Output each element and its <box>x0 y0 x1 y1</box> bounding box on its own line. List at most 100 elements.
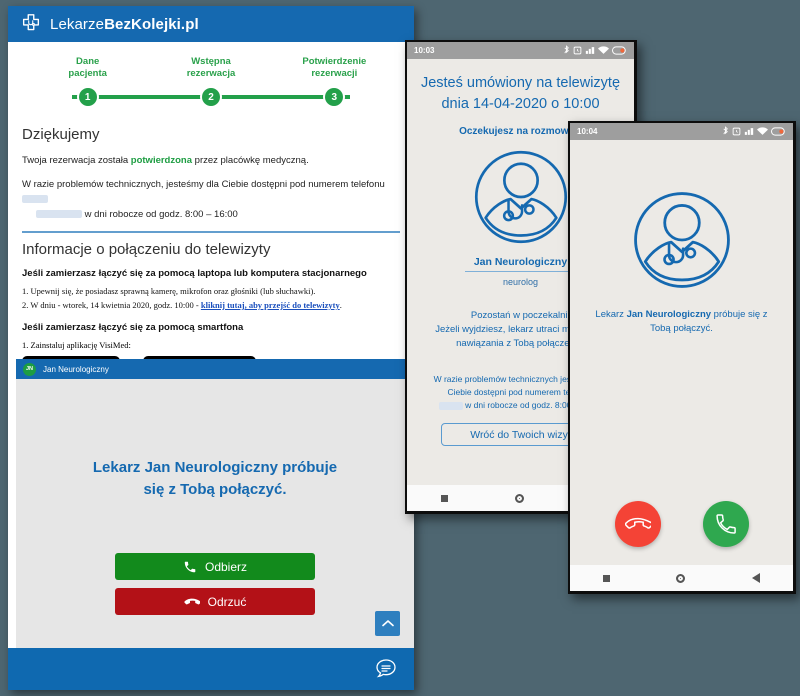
booking-stepper: Dane pacjenta Wstępna rezerwacja Potwier… <box>8 42 414 116</box>
confirmation-paragraph: Twoja rezerwacja została potwierdzona pr… <box>22 153 400 168</box>
decline-call-button[interactable]: Odrzuć <box>115 588 315 615</box>
scroll-to-top-button[interactable] <box>375 611 400 636</box>
smartphone-heading: Jeśli zamierzasz łączyć się za pomocą sm… <box>22 322 244 333</box>
stepper-dot-2[interactable]: 2 <box>201 88 220 106</box>
laptop-step2-pre: 2. W dniu - wtorek, 14 kwietnia 2020, go… <box>22 300 201 310</box>
step3-line2: rezerwacji <box>311 68 358 79</box>
back-triangle-icon[interactable] <box>751 573 760 583</box>
accept-call-button[interactable] <box>702 501 749 547</box>
browser-window: LekarzeBezKolejki.pl Dane pacjenta Wstęp… <box>8 6 414 690</box>
brand-bold: BezKolejki.pl <box>104 15 199 33</box>
call-message-line2: się z Tobą połączyć. <box>143 481 287 498</box>
wifi-icon <box>757 127 768 135</box>
laptop-heading: Jeśli zamierzasz łączyć się za pomocą la… <box>22 268 367 279</box>
page-content: Dziękujemy Twoja rezerwacja została potw… <box>8 116 414 388</box>
laptop-step2-post: . <box>339 300 342 310</box>
battery-icon <box>612 46 626 55</box>
phone2-status-icons <box>722 126 786 137</box>
support-text-b: w dni robocze od godz. 8:00 – 16:00 <box>84 209 238 220</box>
phone2-message-name: Jan Neurologiczny <box>626 309 712 320</box>
phone2-nav-bar <box>570 565 793 591</box>
call-panel-header: JN Jan Neurologiczny <box>16 359 414 379</box>
step1-line1: Dane <box>76 56 100 67</box>
alarm-icon <box>573 46 582 55</box>
wifi-icon <box>598 46 609 54</box>
recents-square-icon[interactable] <box>440 494 448 502</box>
incoming-call-message: Lekarz Jan Neurologiczny próbuje się z T… <box>16 457 414 501</box>
screenshot-stage: LekarzeBezKolejki.pl Dane pacjenta Wstęp… <box>0 0 800 696</box>
phone-handset-icon <box>184 561 196 572</box>
phone1-status-icons <box>563 45 627 56</box>
home-circle-icon[interactable] <box>515 493 525 503</box>
appointment-title-line2: dnia 14-04-2020 o 10:00 <box>441 96 600 112</box>
laptop-step-2: 2. W dniu - wtorek, 14 kwietnia 2020, go… <box>22 299 400 312</box>
phone-hangup-icon <box>184 598 200 604</box>
stepper-dot-3[interactable]: 3 <box>325 88 344 106</box>
chevron-up-icon <box>381 620 394 627</box>
install-app-text: 1. Zainstaluj aplikację VisiMed: <box>22 340 131 350</box>
divider <box>22 231 400 233</box>
decline-call-button[interactable] <box>614 501 661 547</box>
bluetooth-icon <box>564 45 569 54</box>
signal-icon <box>585 47 595 54</box>
step1-line2: pacjenta <box>68 68 107 79</box>
alarm-icon <box>732 127 741 136</box>
phone1-status-bar: 10:03 <box>407 42 634 59</box>
phone2-clock: 10:04 <box>577 127 598 136</box>
phone2-call-actions <box>570 501 793 547</box>
waiting-note-line3: nawiązania z Tobą połączenia. <box>456 338 585 349</box>
phone-hangup-icon <box>624 517 651 529</box>
battery-icon <box>771 127 785 136</box>
phone2-call-message: Lekarz Jan Neurologiczny próbuje się z T… <box>570 308 793 336</box>
confirm-prefix: Twoja rezerwacja została <box>22 155 131 166</box>
signal-icon <box>744 128 754 135</box>
call-message-line1: Lekarz Jan Neurologiczny próbuje <box>92 459 338 476</box>
caller-name: Jan Neurologiczny <box>43 364 109 374</box>
step-label-3: Potwierdzenie rezerwacji <box>273 56 396 80</box>
redacted-phone-1 <box>22 195 48 204</box>
thanks-heading: Dziękujemy <box>22 126 100 143</box>
step2-line1: Wstępna <box>191 56 231 67</box>
stepper-dot-1[interactable]: 1 <box>78 88 97 106</box>
site-header: LekarzeBezKolejki.pl <box>8 6 414 42</box>
teleconsult-link[interactable]: kliknij tutaj, aby przejść do telewizyty <box>201 300 340 310</box>
step2-line2: rezerwacja <box>186 68 236 79</box>
incoming-call-panel: JN Jan Neurologiczny Lekarz Jan Neurolog… <box>16 359 414 690</box>
bluetooth-icon <box>723 126 728 135</box>
doctor-avatar-icon <box>633 192 730 288</box>
avatar: JN <box>23 362 36 376</box>
doctor-name-underline <box>464 271 577 272</box>
phone2-message-pre: Lekarz <box>595 309 627 320</box>
phone2-status-bar: 10:04 <box>570 123 793 140</box>
decline-call-label: Odrzuć <box>207 594 247 609</box>
recents-square-icon[interactable] <box>603 574 611 582</box>
site-brand-text: LekarzeBezKolejki.pl <box>50 16 199 33</box>
step-label-2: Wstępna rezerwacja <box>149 56 272 80</box>
phone2-screen-body: 10:04 Lekarz Jan Neurologiczny próbuje s… <box>570 123 793 591</box>
phone-incoming-call: 10:04 Lekarz Jan Neurologiczny próbuje s… <box>568 121 796 594</box>
brand-light: Lekarze <box>50 15 105 33</box>
confirm-strong: potwierdzona <box>130 155 193 166</box>
accept-call-button[interactable]: Odbierz <box>115 553 315 580</box>
home-circle-icon[interactable] <box>676 573 686 583</box>
teleconsult-info-heading: Informacje o połączeniu do telewizyty <box>22 241 271 258</box>
laptop-steps: 1. Upewnij się, że posiadasz sprawną kam… <box>22 285 400 312</box>
phone2-doctor-avatar-wrap <box>570 186 793 294</box>
doctor-avatar-icon <box>474 150 567 244</box>
step3-line1: Potwierdzenie <box>302 56 367 67</box>
phone1-clock: 10:03 <box>414 46 435 55</box>
medical-cross-stethoscope-logo-icon <box>22 14 40 31</box>
appointment-title: Jesteś umówiony na telewizytę dnia 14-04… <box>407 59 634 115</box>
laptop-step-1: 1. Upewnij się, że posiadasz sprawną kam… <box>22 286 316 296</box>
phone-handset-icon <box>715 514 736 534</box>
phone2-content: Lekarz Jan Neurologiczny próbuje się z T… <box>570 140 793 565</box>
call-action-buttons: Odbierz Odrzuć <box>16 553 414 615</box>
confirm-suffix: przez placówkę medyczną. <box>192 155 309 166</box>
accept-call-label: Odbierz <box>204 559 248 574</box>
chat-bubble-icon[interactable] <box>374 657 398 681</box>
support-text-a: W razie problemów technicznych, jesteśmy… <box>22 179 385 190</box>
support-paragraph: W razie problemów technicznych, jesteśmy… <box>22 177 400 222</box>
redacted-phone-2 <box>36 210 82 219</box>
waiting-note-line1: Pozostań w poczekalni. <box>470 310 571 321</box>
step-label-1: Dane pacjenta <box>26 56 149 80</box>
